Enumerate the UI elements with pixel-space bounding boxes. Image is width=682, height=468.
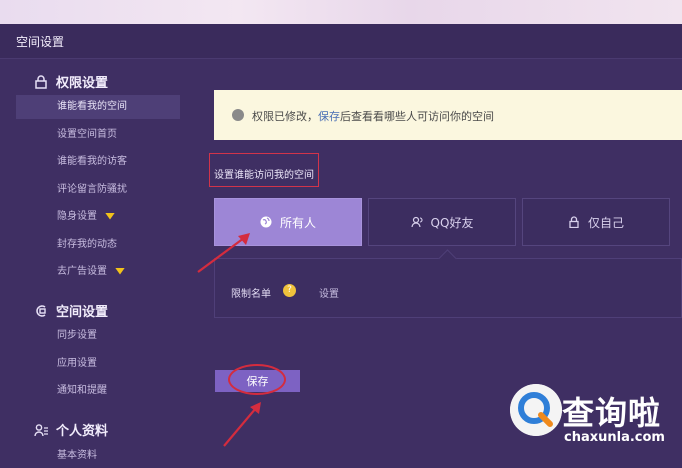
- option-qq-friends[interactable]: QQ好友: [368, 198, 516, 246]
- top-banner-strip: [0, 0, 682, 24]
- sidebar-item-label: 去广告设置: [57, 266, 107, 277]
- sidebar-item-who-can-view-space[interactable]: 谁能看我的空间: [16, 95, 180, 119]
- sidebar-section-space-settings: 空间设置: [34, 301, 108, 320]
- sidebar-item-invisible-settings[interactable]: 隐身设置: [16, 205, 180, 229]
- sidebar-item-label: 通知和提醒: [57, 385, 107, 396]
- sidebar: 权限设置 谁能看我的空间 设置空间首页 谁能看我的访客 评论留言防骚扰 隐身设置…: [0, 58, 190, 466]
- sidebar-item-label: 封存我的动态: [57, 239, 117, 250]
- sidebar-item-label: 基本资料: [57, 450, 97, 461]
- option-label: 仅自己: [587, 215, 624, 230]
- sidebar-item-sync-settings[interactable]: 同步设置: [16, 324, 180, 348]
- page-title: 空间设置: [16, 35, 65, 49]
- sidebar-item-label: 隐身设置: [57, 211, 97, 222]
- sidebar-section-title: 空间设置: [56, 305, 109, 320]
- sidebar-section-title: 个人资料: [56, 424, 109, 439]
- restriction-settings-link[interactable]: 设置: [319, 285, 339, 300]
- notice-save-link[interactable]: 保存: [318, 110, 340, 123]
- sidebar-item-label: 应用设置: [57, 358, 97, 369]
- option-label: 所有人: [279, 215, 316, 230]
- friends-icon: [410, 216, 423, 228]
- sidebar-item-label: 谁能看我的空间: [57, 101, 127, 112]
- annotation-circle: [228, 364, 286, 395]
- sidebar-item-app-settings[interactable]: 应用设置: [16, 352, 180, 376]
- profile-icon: [34, 423, 48, 436]
- sidebar-item-notifications[interactable]: 通知和提醒: [16, 379, 180, 403]
- lock-icon: [35, 74, 47, 89]
- lock-icon: [569, 216, 579, 228]
- access-prompt: 设置谁能访问我的空间: [214, 170, 314, 181]
- notice-suffix: 后查看看哪些人可访问你的空间: [340, 110, 494, 123]
- help-icon[interactable]: ?: [283, 284, 296, 297]
- sidebar-item-label: 谁能看我的访客: [57, 156, 127, 167]
- sidebar-item-basic-profile[interactable]: 基本资料: [16, 444, 180, 468]
- sidebar-item-archive-feeds[interactable]: 封存我的动态: [16, 233, 180, 257]
- notice-prefix: 权限已修改，: [252, 110, 318, 123]
- vip-diamond-icon: [105, 212, 115, 220]
- notice-text: 权限已修改，保存后查看看哪些人可访问你的空间: [252, 108, 494, 124]
- sidebar-item-remove-ads[interactable]: 去广告设置: [16, 260, 180, 284]
- sidebar-item-comment-anti-harassment[interactable]: 评论留言防骚扰: [16, 178, 180, 202]
- option-label: QQ好友: [430, 215, 474, 230]
- vip-diamond-icon: [115, 267, 125, 275]
- watermark-url: chaxunla.com: [564, 430, 665, 445]
- sidebar-section-profile: 个人资料: [34, 420, 108, 439]
- title-bar: 空间设置: [0, 24, 682, 59]
- annotation-arrow-icon: [223, 402, 261, 447]
- sidebar-item-label: 同步设置: [57, 330, 97, 341]
- sidebar-item-label: 评论留言防骚扰: [57, 184, 127, 195]
- sidebar-item-space-homepage[interactable]: 设置空间首页: [16, 123, 180, 147]
- sidebar-section-permissions: 权限设置: [34, 72, 108, 91]
- sidebar-section-title: 权限设置: [56, 76, 109, 91]
- watermark: 查询啦 chaxunla.com: [500, 378, 682, 466]
- option-only-me[interactable]: 仅自己: [522, 198, 670, 246]
- watermark-text: 查询啦: [562, 394, 662, 432]
- chaxunla-logo-icon: [510, 384, 562, 436]
- sidebar-item-label: 设置空间首页: [57, 129, 117, 140]
- globe-icon: [260, 216, 272, 228]
- restriction-label: 限制名单: [231, 289, 271, 300]
- space-settings-icon: [36, 304, 46, 317]
- annotation-arrow-icon: [197, 233, 250, 273]
- globe-icon: [232, 109, 244, 121]
- sidebar-item-who-can-view-visitors[interactable]: 谁能看我的访客: [16, 150, 180, 174]
- permission-changed-notice: 权限已修改，保存后查看看哪些人可访问你的空间: [214, 90, 682, 140]
